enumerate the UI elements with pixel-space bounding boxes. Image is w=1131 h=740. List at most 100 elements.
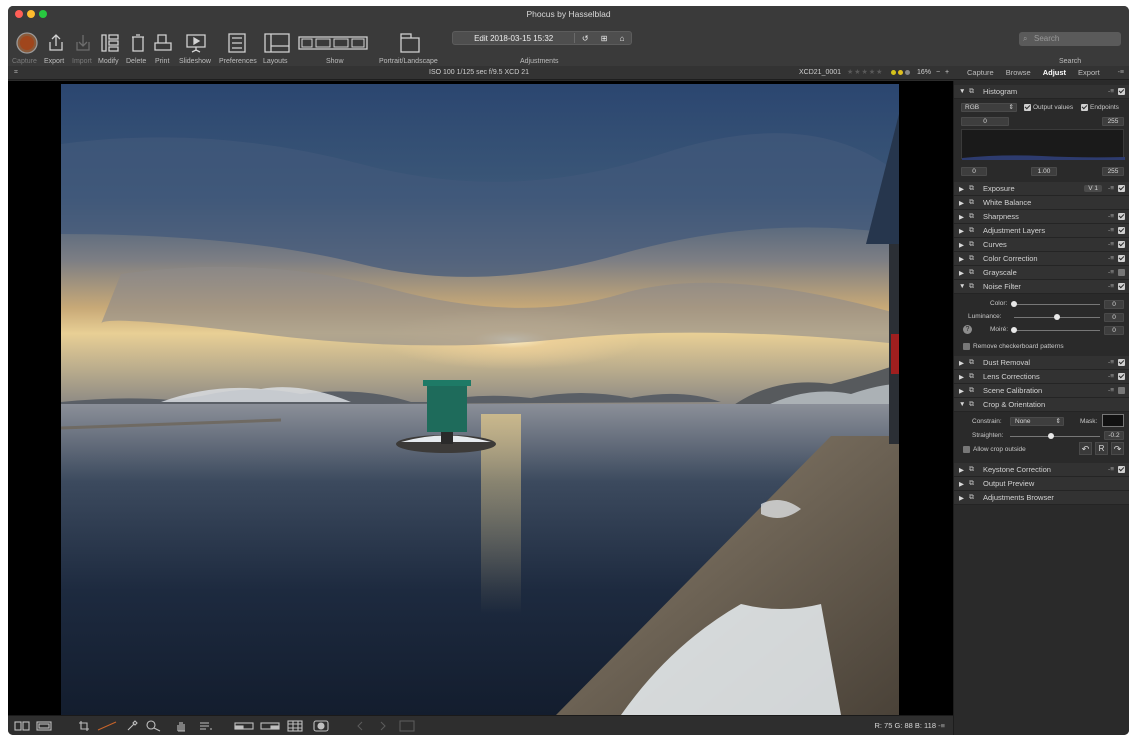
expand-triangle-icon[interactable]: ▶	[959, 466, 967, 474]
mask-overlay-icon[interactable]	[313, 720, 329, 732]
expand-triangle-icon[interactable]: ▶	[959, 227, 967, 235]
tool-histogram-header[interactable]: ▼ ⧉ Histogram -≡	[954, 85, 1129, 99]
histogram-graph[interactable]	[961, 129, 1125, 160]
straighten-value-field[interactable]: -0.2	[1104, 431, 1124, 440]
zoom-in-button[interactable]: +	[945, 66, 949, 79]
rotate-right-icon[interactable]: ↷	[1111, 442, 1124, 455]
presets-menu-icon[interactable]: -≡	[1108, 241, 1114, 248]
noise-moire-value-field[interactable]: 0	[1104, 326, 1124, 335]
mask-swatch[interactable]	[1102, 414, 1124, 427]
expand-triangle-icon[interactable]: ▶	[959, 359, 967, 367]
presets-menu-icon[interactable]: -≡	[1108, 373, 1114, 380]
adjust-list-icon[interactable]	[199, 720, 213, 732]
tool-crop-and-orientation-header[interactable]: ▼ ⧉ Crop & Orientation	[954, 398, 1129, 412]
presets-menu-icon[interactable]: -≡	[1108, 359, 1114, 366]
slider-knob[interactable]	[1054, 314, 1060, 320]
expand-triangle-icon[interactable]: ▶	[959, 199, 967, 207]
input-low-field[interactable]: 0	[961, 117, 1009, 126]
export-button[interactable]	[44, 26, 68, 60]
show-buttons[interactable]	[298, 26, 368, 60]
endpoints-checkbox[interactable]	[1081, 104, 1088, 111]
tool-enable-checkbox[interactable]	[1118, 269, 1125, 276]
capture-button[interactable]	[12, 26, 42, 60]
crop-icon[interactable]	[78, 720, 90, 732]
copy-settings-icon[interactable]: ⧉	[969, 466, 979, 474]
tool-enable-checkbox[interactable]	[1118, 241, 1125, 248]
tool-enable-checkbox[interactable]	[1118, 283, 1125, 290]
tool-white-balance-header[interactable]: ▶ ⧉ White Balance	[954, 196, 1129, 210]
copy-settings-icon[interactable]: ⧉	[969, 227, 979, 235]
grid-icon[interactable]	[287, 720, 303, 732]
tool-enable-checkbox[interactable]	[1118, 466, 1125, 473]
presets-menu-icon[interactable]: -≡	[1108, 255, 1114, 262]
gamma-field[interactable]: 1.00	[1031, 167, 1057, 176]
slider-knob[interactable]	[1047, 433, 1054, 439]
slider-knob[interactable]	[1011, 327, 1017, 333]
tool-dust-removal-header[interactable]: ▶ ⧉ Dust Removal -≡	[954, 356, 1129, 370]
collapse-triangle-icon[interactable]: ▼	[959, 401, 967, 408]
presets-menu-icon[interactable]: -≡	[1108, 466, 1114, 473]
noise-luminance-value-field[interactable]: 0	[1104, 313, 1124, 322]
output-values-checkbox[interactable]	[1024, 104, 1031, 111]
zoom-window-button[interactable]	[39, 10, 47, 18]
tool-exposure-header[interactable]: ▶ ⧉ Exposure V 1 -≡	[954, 182, 1129, 196]
presets-menu-icon[interactable]: -≡	[1108, 88, 1114, 95]
overlay-icon-2[interactable]	[260, 720, 280, 732]
presets-menu-icon[interactable]: -≡	[1108, 269, 1114, 276]
tool-enable-checkbox[interactable]	[1118, 387, 1125, 394]
expand-triangle-icon[interactable]: ▶	[959, 373, 967, 381]
constrain-select[interactable]: None ⇕	[1010, 417, 1064, 426]
tool-enable-checkbox[interactable]	[1118, 213, 1125, 220]
copy-settings-icon[interactable]: ⧉	[969, 359, 979, 367]
collapse-triangle-icon[interactable]: ▼	[959, 88, 967, 95]
tool-color-correction-header[interactable]: ▶ ⧉ Color Correction -≡	[954, 252, 1129, 266]
expand-triangle-icon[interactable]: ▶	[959, 255, 967, 263]
version-badge[interactable]: V 1	[1084, 185, 1103, 192]
compare-view-icon[interactable]	[14, 720, 30, 732]
loupe-icon[interactable]	[146, 720, 162, 732]
remove-checkerboard-checkbox[interactable]	[963, 343, 970, 350]
expand-triangle-icon[interactable]: ▶	[959, 213, 967, 221]
delete-button[interactable]	[127, 26, 149, 60]
modify-button[interactable]	[97, 26, 123, 60]
color-label-yellow[interactable]	[891, 70, 896, 75]
layouts-button[interactable]	[262, 26, 292, 60]
copy-settings-icon[interactable]: ⧉	[969, 241, 979, 249]
color-label-amber[interactable]	[898, 70, 903, 75]
expand-triangle-icon[interactable]: ▶	[959, 494, 967, 502]
filmstrip-icon[interactable]	[399, 720, 415, 732]
tool-enable-checkbox[interactable]	[1118, 185, 1125, 192]
slideshow-button[interactable]	[183, 26, 209, 60]
image-viewer[interactable]	[8, 81, 953, 715]
tool-scene-calibration-header[interactable]: ▶ ⧉ Scene Calibration -≡	[954, 384, 1129, 398]
copy-settings-icon[interactable]: ⧉	[969, 185, 979, 193]
allow-crop-outside-checkbox[interactable]	[963, 446, 970, 453]
output-high-field[interactable]: 255	[1102, 167, 1124, 176]
tool-enable-checkbox[interactable]	[1118, 373, 1125, 380]
edit-version-selector[interactable]: Edit 2018-03-15 15:32 ↺ ⊞ ⌂	[452, 31, 632, 45]
copy-settings-icon[interactable]: ⧉	[969, 199, 979, 207]
tool-output-preview-header[interactable]: ▶ ⧉ Output Preview	[954, 477, 1129, 491]
presets-menu-icon[interactable]: -≡	[1108, 185, 1114, 192]
noise-color-value-field[interactable]: 0	[1104, 300, 1124, 309]
tool-enable-checkbox[interactable]	[1118, 359, 1125, 366]
output-low-field[interactable]: 0	[961, 167, 987, 176]
color-label-gray[interactable]	[905, 70, 910, 75]
expand-triangle-icon[interactable]: ▶	[959, 387, 967, 395]
straighten-icon[interactable]	[97, 720, 117, 732]
presets-menu-icon[interactable]: -≡	[1108, 387, 1114, 394]
copy-settings-icon[interactable]: ⧉	[969, 494, 979, 502]
tool-keystone-correction-header[interactable]: ▶ ⧉ Keystone Correction -≡	[954, 463, 1129, 477]
tab-browse[interactable]: Browse	[1000, 68, 1037, 77]
zoom-out-button[interactable]: −	[936, 66, 940, 79]
tool-adjustments-browser-header[interactable]: ▶ ⧉ Adjustments Browser	[954, 491, 1129, 505]
tab-capture[interactable]: Capture	[961, 68, 1000, 77]
hand-icon[interactable]	[175, 720, 187, 732]
next-image-icon[interactable]	[378, 720, 388, 732]
copy-settings-icon[interactable]: ⧉	[969, 480, 979, 488]
reset-crop-button[interactable]: R	[1095, 442, 1108, 455]
import-button[interactable]	[71, 26, 95, 60]
crop-tool-icon[interactable]: ⌗	[14, 66, 18, 79]
presets-menu-icon[interactable]: -≡	[1108, 227, 1114, 234]
noise-luminance-slider[interactable]	[1014, 314, 1100, 320]
